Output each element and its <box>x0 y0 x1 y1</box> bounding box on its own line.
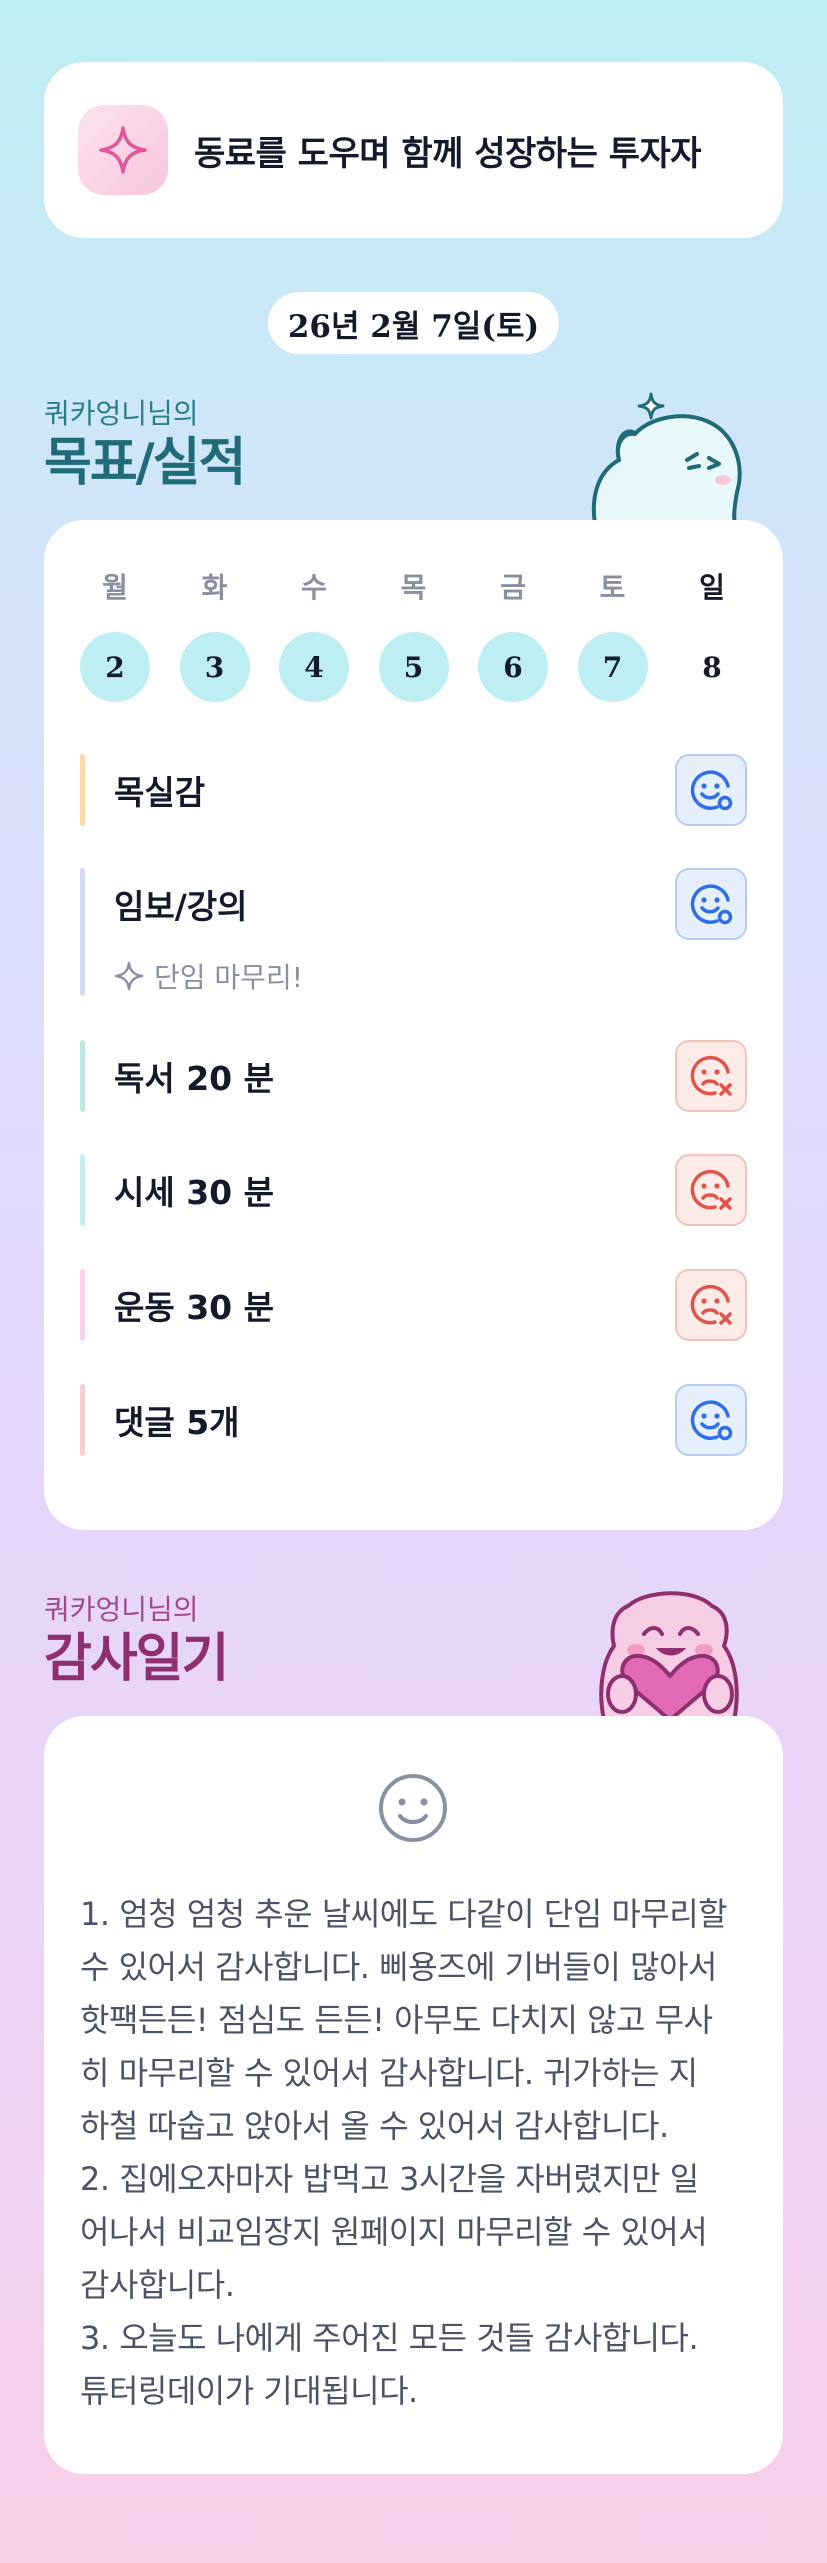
day-column[interactable]: 일 8 <box>677 568 747 702</box>
goal-item: 임보/강의 단임 마무리! <box>80 868 747 996</box>
goal-item: 운동 30 분 <box>80 1269 747 1341</box>
frown-x-icon <box>690 1284 732 1325</box>
goal-label: 임보/강의 <box>114 887 248 926</box>
frown-x-icon <box>690 1055 732 1096</box>
goal-status-done[interactable] <box>675 1384 747 1456</box>
goal-status-done[interactable] <box>675 754 747 826</box>
gratitude-title: 감사일기 <box>44 1629 229 1689</box>
day-label: 화 <box>201 571 228 604</box>
goal-status-missed[interactable] <box>675 1269 747 1341</box>
gratitude-diary-text: 1. 엄청 엄청 추운 날씨에도 다같이 단임 마무리할 수 있어서 감사합니다… <box>80 1895 728 2410</box>
goal-label: 댓글 5개 <box>114 1403 240 1442</box>
goal-item: 목실감 <box>80 754 747 826</box>
smile-check-icon <box>690 884 733 925</box>
day-column[interactable]: 월 2 <box>80 568 150 702</box>
day-column[interactable]: 토 7 <box>577 568 648 702</box>
day-label: 일 <box>699 571 725 604</box>
day-number: 3 <box>179 632 250 702</box>
smile-face-icon <box>379 1774 447 1842</box>
day-label: 토 <box>599 571 626 604</box>
gratitude-card: 1. 엄청 엄청 추운 날씨에도 다같이 단임 마무리할 수 있어서 감사합니다… <box>44 1716 783 2474</box>
frown-x-icon <box>690 1169 732 1210</box>
smile-check-icon <box>690 770 733 811</box>
sparkle-icon <box>99 126 147 174</box>
sparkle-icon <box>114 961 144 991</box>
day-number: 5 <box>378 632 449 702</box>
day-column[interactable]: 화 3 <box>179 568 250 702</box>
day-number: 6 <box>478 632 548 702</box>
day-column[interactable]: 수 4 <box>279 568 349 702</box>
day-column[interactable]: 목 5 <box>378 568 449 702</box>
day-number: 4 <box>279 632 349 702</box>
day-number: 2 <box>80 632 150 702</box>
goal-label: 목실감 <box>114 773 206 812</box>
goal-item: 독서 20 분 <box>80 1040 747 1112</box>
goal-label: 독서 20 분 <box>114 1059 274 1098</box>
goal-status-missed[interactable] <box>675 1154 747 1226</box>
goal-label: 시세 30 분 <box>114 1173 274 1212</box>
day-label: 수 <box>301 571 327 604</box>
day-label: 목 <box>400 571 427 604</box>
quokka-mascot-illustration <box>591 392 742 524</box>
goal-status-missed[interactable] <box>675 1040 747 1112</box>
smile-check-icon <box>690 1400 733 1441</box>
day-number: 7 <box>577 632 648 702</box>
goal-label: 운동 30 분 <box>114 1288 274 1327</box>
goals-card: 월 2 화 3 수 4 목 5 금 6 토 7 일 8 목실감 임보/강의 단임… <box>44 520 783 1530</box>
goal-color-bar <box>80 1154 85 1226</box>
goal-color-bar <box>80 1384 85 1456</box>
sparkle-badge <box>78 105 168 195</box>
motto-text: 동료를 도우며 함께 성장하는 투자자 <box>194 133 702 174</box>
day-label: 금 <box>500 571 526 604</box>
day-label: 월 <box>102 571 128 604</box>
quokka-heart-mascot-illustration <box>599 1591 739 1720</box>
goals-title: 목표/실적 <box>44 433 246 493</box>
date-pill: 26년 2월 7일(토) <box>268 292 559 354</box>
goal-item: 시세 30 분 <box>80 1154 747 1226</box>
goal-color-bar <box>80 754 85 826</box>
day-number: 8 <box>702 650 722 684</box>
goal-color-bar <box>80 1040 85 1112</box>
motto-card: 동료를 도우며 함께 성장하는 투자자 <box>44 62 783 238</box>
goal-note: 단임 마무리! <box>114 956 303 996</box>
day-column[interactable]: 금 6 <box>478 568 548 702</box>
goal-item: 댓글 5개 <box>80 1384 747 1456</box>
goal-status-done[interactable] <box>675 868 747 940</box>
goal-color-bar <box>80 868 85 996</box>
goal-note-text: 단임 마무리! <box>154 961 303 994</box>
goal-color-bar <box>80 1269 85 1341</box>
